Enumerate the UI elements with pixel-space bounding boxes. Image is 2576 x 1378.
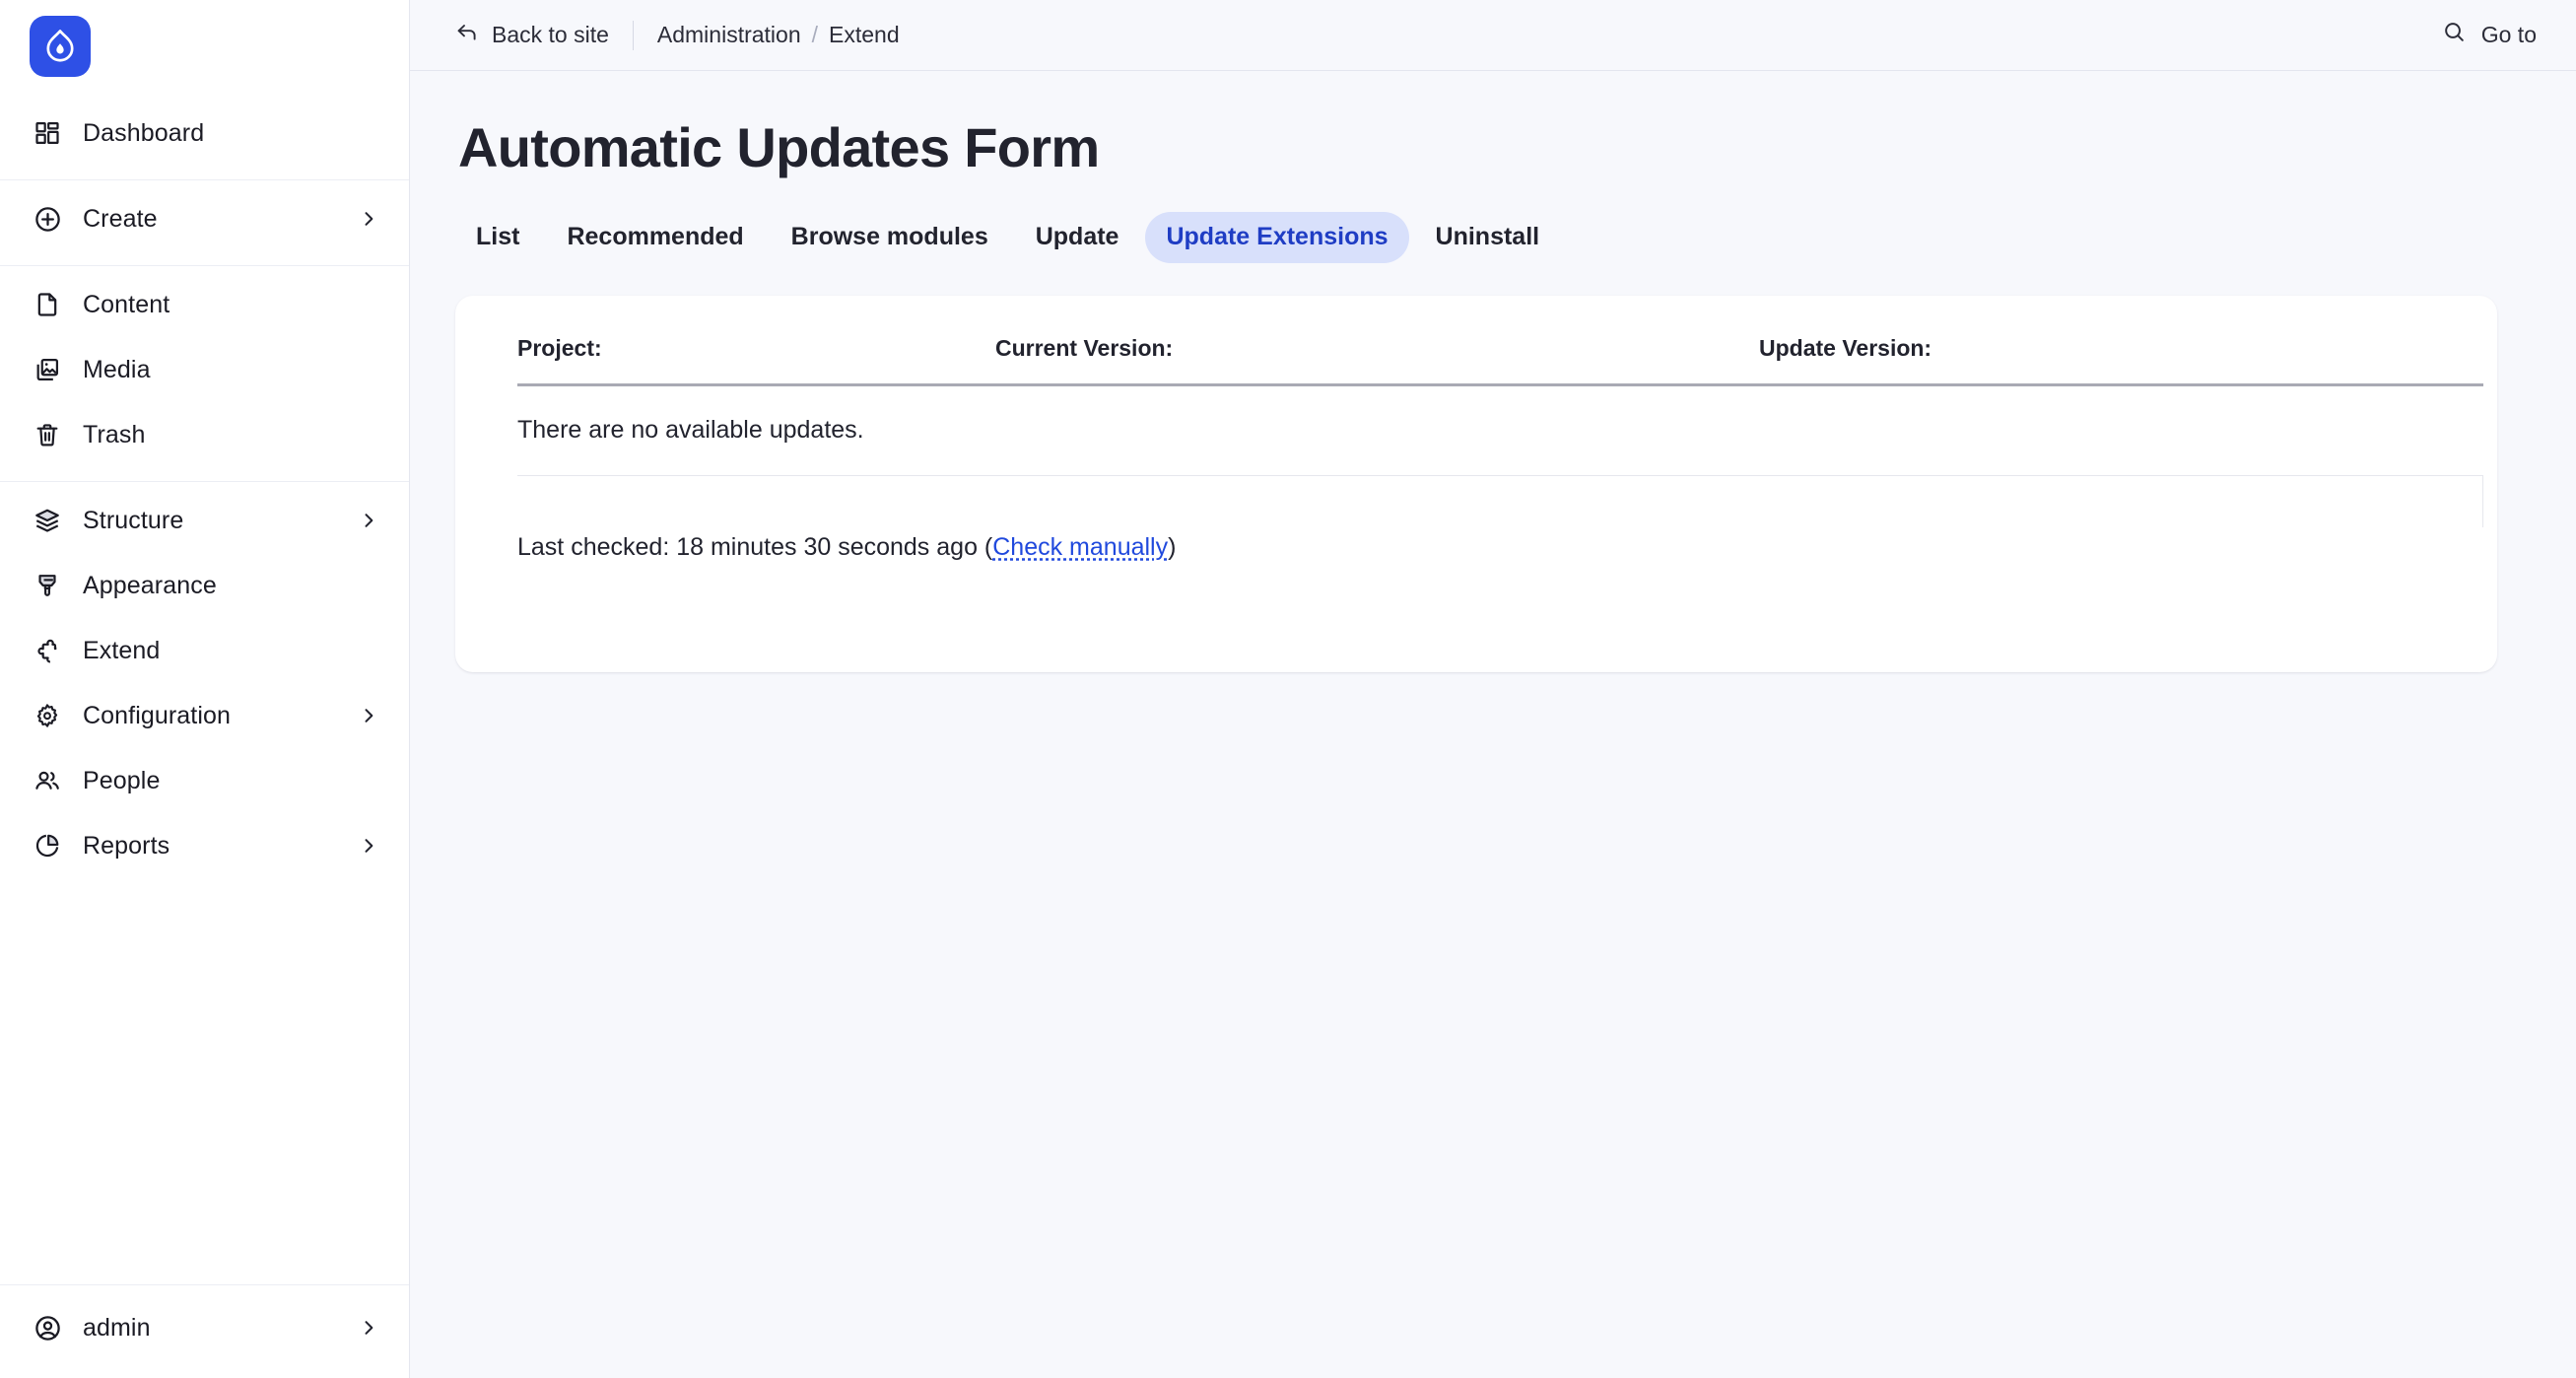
drupal-droplet-icon[interactable] (30, 16, 91, 77)
sidebar-group-create: Create (0, 179, 409, 265)
secondary-tabs: List Recommended Browse modules Update U… (455, 212, 2531, 263)
sidebar-item-create[interactable]: Create (0, 186, 409, 251)
sidebar-item-label: Reports (83, 831, 170, 860)
sidebar-item-label: People (83, 766, 161, 794)
dashboard-grid-icon (32, 117, 63, 149)
plus-circle-icon (32, 203, 63, 235)
app-root: Dashboard Create Content Media Trash Str… (0, 0, 2576, 1378)
sidebar-item-content[interactable]: Content (0, 272, 409, 337)
tab-update-extensions[interactable]: Update Extensions (1145, 212, 1409, 263)
column-header-project: Project: (517, 334, 995, 386)
table-row-empty: There are no available updates. (517, 384, 2483, 476)
breadcrumb-separator: / (811, 22, 819, 47)
sidebar: Dashboard Create Content Media Trash Str… (0, 0, 410, 1378)
user-circle-icon (32, 1312, 63, 1344)
column-header-current-version: Current Version: (995, 334, 1759, 386)
paint-brush-icon (32, 570, 63, 601)
sidebar-item-label: Content (83, 290, 170, 318)
breadcrumb-item-extend: Extend (829, 22, 900, 47)
topbar-divider (632, 20, 634, 50)
sidebar-item-user-admin[interactable]: admin (0, 1295, 409, 1360)
sidebar-footer: admin (0, 1284, 409, 1378)
table-header-row: Project: Current Version: Update Version… (517, 334, 2483, 386)
sidebar-item-appearance[interactable]: Appearance (0, 553, 409, 618)
gear-icon (32, 700, 63, 731)
sidebar-item-label: admin (83, 1313, 151, 1342)
sidebar-item-label: Extend (83, 636, 161, 664)
chevron-right-icon (358, 208, 379, 230)
puzzle-piece-icon (32, 635, 63, 666)
topbar: Back to site Administration / Extend Go … (410, 0, 2576, 71)
sidebar-item-reports[interactable]: Reports (0, 813, 409, 878)
sidebar-item-structure[interactable]: Structure (0, 488, 409, 553)
last-checked-suffix: ) (1168, 532, 1177, 561)
sidebar-item-label: Configuration (83, 701, 232, 729)
tab-uninstall[interactable]: Uninstall (1415, 212, 1561, 263)
back-to-site-link[interactable]: Back to site (455, 21, 633, 50)
tab-update[interactable]: Update (1015, 212, 1140, 263)
sidebar-item-people[interactable]: People (0, 748, 409, 813)
last-checked-status: Last checked: 18 minutes 30 seconds ago … (517, 531, 2456, 564)
sidebar-group-admin: Structure Appearance Extend Configuratio… (0, 481, 409, 892)
chevron-right-icon (358, 1317, 379, 1339)
sidebar-item-configuration[interactable]: Configuration (0, 683, 409, 748)
chevron-right-icon (358, 835, 379, 857)
sidebar-item-label: Structure (83, 506, 184, 534)
main-region: Back to site Administration / Extend Go … (410, 0, 2576, 1378)
sidebar-group-content: Content Media Trash (0, 265, 409, 481)
sidebar-item-label: Media (83, 355, 151, 383)
tab-recommended[interactable]: Recommended (546, 212, 764, 263)
sidebar-item-trash[interactable]: Trash (0, 402, 409, 467)
sidebar-item-label: Appearance (83, 571, 217, 599)
table-trailing-rule (517, 475, 2483, 527)
tab-browse-modules[interactable]: Browse modules (771, 212, 1009, 263)
document-icon (32, 289, 63, 320)
tab-list[interactable]: List (455, 212, 540, 263)
sidebar-item-extend[interactable]: Extend (0, 618, 409, 683)
sidebar-group-primary: Dashboard (0, 95, 409, 179)
page-title: Automatic Updates Form (458, 116, 1100, 178)
chevron-right-icon (358, 510, 379, 531)
column-header-update-version: Update Version: (1759, 334, 2483, 386)
sidebar-item-media[interactable]: Media (0, 337, 409, 402)
check-manually-link[interactable]: Check manually (992, 533, 1168, 561)
sidebar-item-label: Trash (83, 420, 146, 448)
go-to-search-button[interactable]: Go to (2438, 14, 2541, 56)
search-icon (2442, 20, 2467, 50)
sidebar-item-label: Dashboard (83, 118, 205, 147)
sidebar-item-label: Create (83, 204, 158, 233)
table-head: Project: Current Version: Update Version… (517, 334, 2483, 386)
trash-icon (32, 419, 63, 450)
breadcrumb: Administration / Extend (657, 22, 900, 48)
available-updates-table: Project: Current Version: Update Version… (517, 334, 2483, 476)
last-checked-prefix: Last checked: 18 minutes 30 seconds ago … (517, 532, 993, 561)
people-icon (32, 765, 63, 796)
sidebar-logo-wrap (0, 0, 409, 95)
image-icon (32, 354, 63, 385)
empty-state-message: There are no available updates. (517, 384, 2483, 476)
go-to-label: Go to (2480, 22, 2537, 47)
back-arrow-icon (455, 21, 479, 50)
updates-card: Project: Current Version: Update Version… (455, 295, 2497, 672)
table-body: There are no available updates. (517, 384, 2483, 476)
breadcrumb-item-administration[interactable]: Administration (657, 22, 801, 48)
layers-icon (32, 505, 63, 536)
sidebar-item-dashboard[interactable]: Dashboard (0, 101, 409, 166)
pie-chart-icon (32, 830, 63, 861)
chevron-right-icon (358, 705, 379, 726)
content-region: Automatic Updates Form List Recommended … (410, 71, 2576, 1378)
back-to-site-label: Back to site (492, 22, 609, 47)
